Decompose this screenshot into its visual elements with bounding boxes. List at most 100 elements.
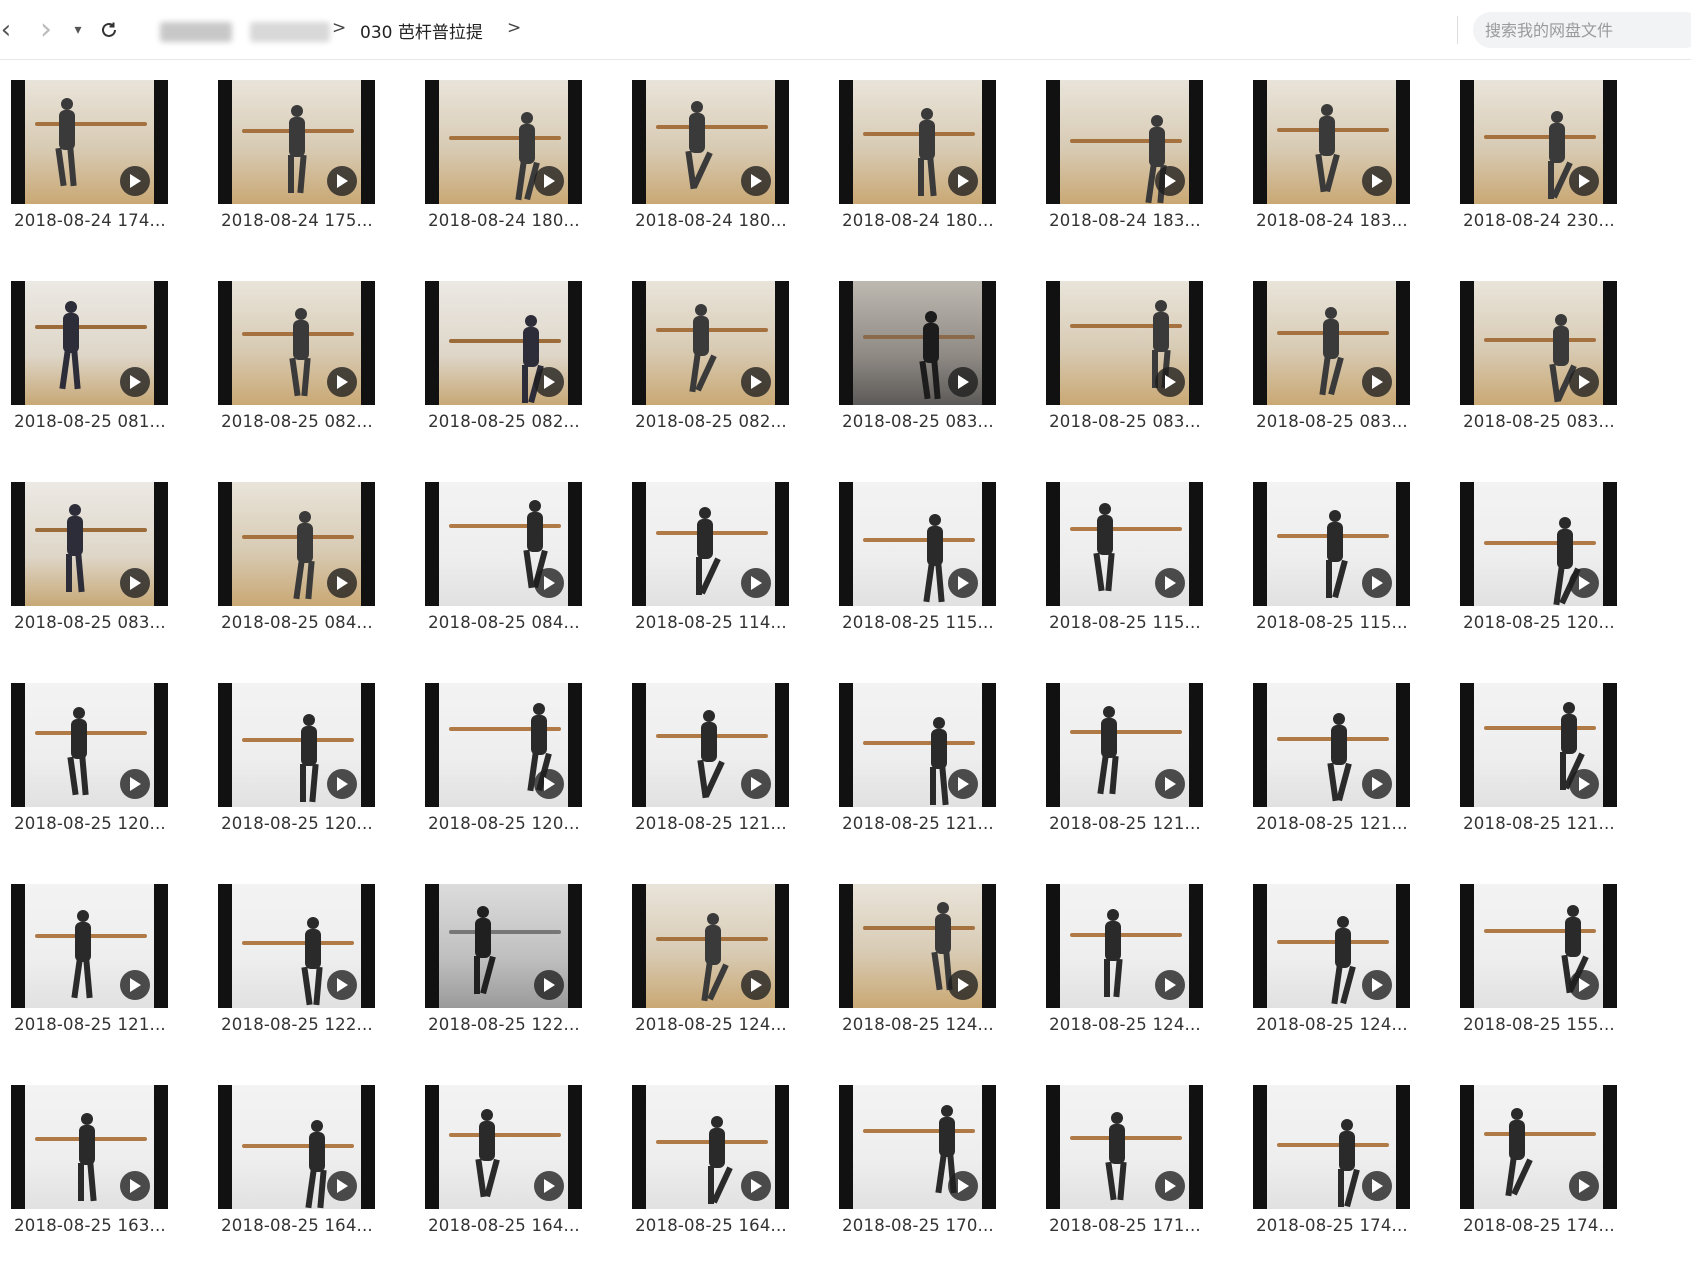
video-file-item[interactable]: 2018-08-25 121... (828, 663, 1008, 833)
play-icon[interactable] (948, 568, 978, 598)
play-icon[interactable] (948, 769, 978, 799)
play-icon[interactable] (1155, 970, 1185, 1000)
file-name[interactable]: 2018-08-24 183... (1242, 211, 1422, 230)
video-file-item[interactable]: 2018-08-25 083... (1449, 261, 1629, 431)
play-icon[interactable] (327, 970, 357, 1000)
file-name[interactable]: 2018-08-25 124... (828, 1015, 1008, 1034)
video-thumbnail[interactable] (218, 1085, 375, 1209)
file-name[interactable]: 2018-08-25 083... (1035, 412, 1215, 431)
video-file-item[interactable]: 2018-08-25 115... (1035, 462, 1215, 632)
video-file-item[interactable]: 2018-08-25 121... (621, 663, 801, 833)
play-icon[interactable] (327, 1171, 357, 1201)
file-name[interactable]: 2018-08-24 230... (1449, 211, 1629, 230)
file-name[interactable]: 2018-08-25 084... (414, 613, 594, 632)
video-thumbnail[interactable] (839, 80, 996, 204)
play-icon[interactable] (1569, 769, 1599, 799)
video-file-item[interactable]: 2018-08-25 115... (828, 462, 1008, 632)
play-icon[interactable] (741, 970, 771, 1000)
video-file-item[interactable]: 2018-08-25 083... (1035, 261, 1215, 431)
video-thumbnail[interactable] (839, 281, 996, 405)
play-icon[interactable] (534, 166, 564, 196)
play-icon[interactable] (120, 367, 150, 397)
file-name[interactable]: 2018-08-25 121... (1242, 814, 1422, 833)
file-name[interactable]: 2018-08-25 121... (1035, 814, 1215, 833)
video-file-item[interactable]: 2018-08-25 120... (414, 663, 594, 833)
video-file-item[interactable]: 2018-08-25 121... (1449, 663, 1629, 833)
play-icon[interactable] (1155, 769, 1185, 799)
file-name[interactable]: 2018-08-25 121... (0, 1015, 180, 1034)
play-icon[interactable] (327, 769, 357, 799)
file-name[interactable]: 2018-08-25 171... (1035, 1216, 1215, 1235)
forward-icon[interactable]: › (32, 14, 60, 46)
video-thumbnail[interactable] (1046, 482, 1203, 606)
video-thumbnail[interactable] (425, 80, 582, 204)
file-name[interactable]: 2018-08-25 122... (207, 1015, 387, 1034)
video-thumbnail[interactable] (632, 482, 789, 606)
file-name[interactable]: 2018-08-25 121... (621, 814, 801, 833)
video-file-item[interactable]: 2018-08-25 121... (1035, 663, 1215, 833)
video-thumbnail[interactable] (1460, 482, 1617, 606)
video-thumbnail[interactable] (218, 80, 375, 204)
play-icon[interactable] (534, 568, 564, 598)
video-thumbnail[interactable] (1253, 482, 1410, 606)
video-thumbnail[interactable] (1253, 884, 1410, 1008)
play-icon[interactable] (120, 166, 150, 196)
play-icon[interactable] (1569, 970, 1599, 1000)
file-name[interactable]: 2018-08-25 170... (828, 1216, 1008, 1235)
video-thumbnail[interactable] (1460, 1085, 1617, 1209)
play-icon[interactable] (1362, 970, 1392, 1000)
file-name[interactable]: 2018-08-25 082... (621, 412, 801, 431)
video-thumbnail[interactable] (218, 482, 375, 606)
video-thumbnail[interactable] (839, 1085, 996, 1209)
play-icon[interactable] (741, 166, 771, 196)
play-icon[interactable] (948, 970, 978, 1000)
video-thumbnail[interactable] (1046, 884, 1203, 1008)
play-icon[interactable] (1362, 367, 1392, 397)
file-name[interactable]: 2018-08-25 082... (414, 412, 594, 431)
breadcrumb-hidden-1[interactable] (160, 22, 232, 42)
file-name[interactable]: 2018-08-25 120... (414, 814, 594, 833)
video-file-item[interactable]: 2018-08-25 083... (828, 261, 1008, 431)
video-file-item[interactable]: 2018-08-25 164... (621, 1065, 801, 1235)
video-file-item[interactable]: 2018-08-24 183... (1242, 60, 1422, 230)
video-thumbnail[interactable] (632, 1085, 789, 1209)
file-name[interactable]: 2018-08-25 122... (414, 1015, 594, 1034)
video-file-item[interactable]: 2018-08-25 122... (207, 864, 387, 1034)
video-file-item[interactable]: 2018-08-25 115... (1242, 462, 1422, 632)
video-file-item[interactable]: 2018-08-25 120... (207, 663, 387, 833)
video-file-item[interactable]: 2018-08-25 122... (414, 864, 594, 1034)
video-thumbnail[interactable] (425, 1085, 582, 1209)
file-name[interactable]: 2018-08-25 120... (1449, 613, 1629, 632)
video-thumbnail[interactable] (1046, 1085, 1203, 1209)
video-thumbnail[interactable] (1253, 683, 1410, 807)
video-file-item[interactable]: 2018-08-25 174... (1449, 1065, 1629, 1235)
video-thumbnail[interactable] (1046, 281, 1203, 405)
play-icon[interactable] (1362, 568, 1392, 598)
video-thumbnail[interactable] (632, 884, 789, 1008)
file-name[interactable]: 2018-08-24 183... (1035, 211, 1215, 230)
play-icon[interactable] (120, 1171, 150, 1201)
play-icon[interactable] (1362, 1171, 1392, 1201)
play-icon[interactable] (534, 1171, 564, 1201)
video-file-item[interactable]: 2018-08-25 083... (1242, 261, 1422, 431)
file-name[interactable]: 2018-08-25 084... (207, 613, 387, 632)
file-name[interactable]: 2018-08-25 174... (1242, 1216, 1422, 1235)
play-icon[interactable] (120, 970, 150, 1000)
video-file-item[interactable]: 2018-08-25 114... (621, 462, 801, 632)
video-file-item[interactable]: 2018-08-25 082... (207, 261, 387, 431)
video-file-item[interactable]: 2018-08-25 174... (1242, 1065, 1422, 1235)
file-name[interactable]: 2018-08-25 163... (0, 1216, 180, 1235)
play-icon[interactable] (534, 367, 564, 397)
video-file-item[interactable]: 2018-08-24 174... (0, 60, 180, 230)
file-name[interactable]: 2018-08-25 083... (828, 412, 1008, 431)
video-thumbnail[interactable] (425, 482, 582, 606)
file-name[interactable]: 2018-08-25 164... (621, 1216, 801, 1235)
file-name[interactable]: 2018-08-25 155... (1449, 1015, 1629, 1034)
video-thumbnail[interactable] (1046, 80, 1203, 204)
video-file-item[interactable]: 2018-08-25 164... (414, 1065, 594, 1235)
play-icon[interactable] (948, 367, 978, 397)
video-file-item[interactable]: 2018-08-25 170... (828, 1065, 1008, 1235)
file-name[interactable]: 2018-08-25 120... (0, 814, 180, 833)
file-name[interactable]: 2018-08-25 121... (828, 814, 1008, 833)
video-thumbnail[interactable] (1460, 80, 1617, 204)
